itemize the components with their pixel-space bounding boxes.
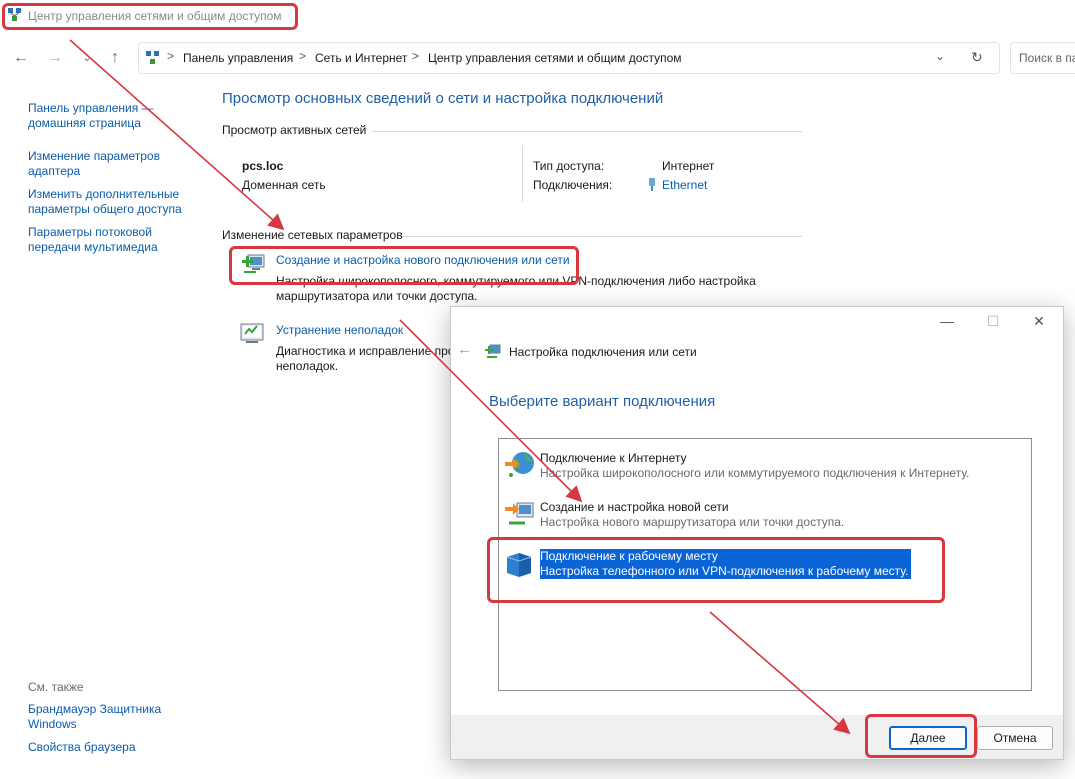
option-internet-title[interactable]: Подключение к Интернету (540, 451, 687, 465)
see-also-label: См. также (28, 680, 84, 694)
search-placeholder: Поиск в па (1019, 51, 1075, 65)
option-new-network-title[interactable]: Создание и настройка новой сети (540, 500, 729, 514)
task-troubleshoot-desc: Диагностика и исправление про (276, 344, 455, 358)
troubleshoot-icon (240, 323, 264, 343)
back-arrow-icon[interactable]: ← (457, 341, 472, 358)
option-internet-desc: Настройка широкополосного или коммутируе… (540, 466, 970, 480)
new-network-icon (505, 502, 534, 525)
dialog-heading: Выберите вариант подключения (489, 393, 716, 410)
divider (522, 146, 523, 202)
network-name: pcs.loc (242, 159, 284, 173)
annotation-new-connection-highlight (229, 246, 579, 285)
change-settings-header: Изменение сетевых параметров (222, 228, 403, 242)
task-troubleshoot-link[interactable]: Устранение неполадок (276, 323, 403, 337)
network-setup-icon (485, 344, 501, 358)
chevron-down-icon[interactable]: ⌄ (76, 48, 98, 68)
close-icon[interactable]: ✕ (1029, 311, 1049, 331)
sidebar-item-home[interactable]: Панель управления — домашняя страница (28, 101, 168, 131)
breadcrumb-separator: > (412, 49, 420, 63)
sidebar-item-sharing[interactable]: Изменить дополнительные параметры общего… (28, 187, 188, 217)
annotation-title-highlight (2, 3, 298, 30)
dialog-title: Настройка подключения или сети (509, 345, 697, 359)
arrow-left-icon[interactable]: ← (10, 48, 32, 68)
cancel-button[interactable]: Отмена (977, 726, 1053, 750)
refresh-icon[interactable]: ↻ (971, 49, 983, 66)
access-type-value: Интернет (662, 159, 715, 173)
ethernet-link[interactable]: Ethernet (662, 178, 707, 192)
sidebar-item-streaming[interactable]: Параметры потоковой передачи мультимедиа (28, 225, 168, 255)
address-bar[interactable]: > Панель управления > Сеть и Интернет > … (138, 42, 1000, 74)
internet-globe-icon (505, 452, 534, 477)
page-title: Просмотр основных сведений о сети и наст… (222, 90, 664, 107)
task-troubleshoot-desc: неполадок. (276, 359, 339, 373)
breadcrumb-network-internet[interactable]: Сеть и Интернет (315, 51, 407, 65)
divider (402, 236, 802, 237)
annotation-workplace-highlight (487, 537, 945, 603)
breadcrumb-separator: > (299, 49, 307, 63)
network-type: Доменная сеть (242, 178, 326, 192)
address-dropdown-icon[interactable]: ⌄ (935, 49, 945, 63)
task-new-connection-desc: маршрутизатора или точки доступа. (276, 289, 478, 303)
sidebar-item-adapter[interactable]: Изменение параметров адаптера (28, 149, 168, 179)
see-also-browser-properties[interactable]: Свойства браузера (28, 740, 178, 755)
connections-label: Подключения: (533, 178, 613, 192)
arrow-up-icon[interactable]: ↑ (104, 48, 126, 68)
option-new-network-desc: Настройка нового маршрутизатора или точк… (540, 515, 845, 529)
control-panel-icon (146, 51, 159, 64)
arrow-right-icon[interactable]: → (44, 48, 66, 68)
setup-connection-dialog: — ☐ ✕ ← Настройка подключения или сети В… (450, 306, 1064, 760)
breadcrumb-control-panel[interactable]: Панель управления (183, 51, 293, 65)
minimize-icon[interactable]: — (937, 311, 957, 331)
maximize-icon[interactable]: ☐ (983, 311, 1003, 331)
breadcrumb-network-center[interactable]: Центр управления сетями и общим доступом (428, 51, 682, 65)
annotation-next-highlight (865, 714, 977, 758)
see-also-firewall[interactable]: Брандмауэр Защитника Windows (28, 702, 178, 732)
divider (372, 131, 802, 132)
active-networks-header: Просмотр активных сетей (222, 123, 367, 137)
search-input[interactable]: Поиск в па (1010, 42, 1075, 74)
breadcrumb-separator: > (167, 49, 175, 63)
access-type-label: Тип доступа: (533, 159, 605, 173)
ethernet-icon (649, 178, 655, 191)
